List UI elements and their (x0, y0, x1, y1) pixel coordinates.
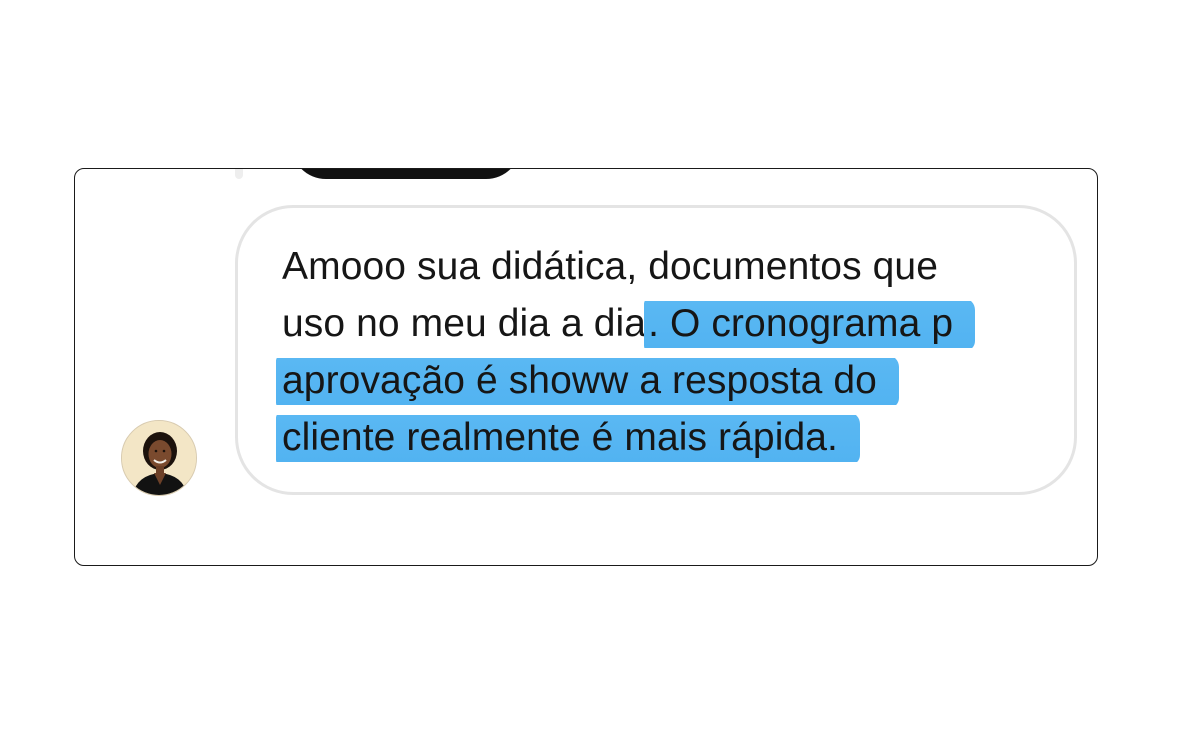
chat-card: Amooo sua didática, documentos que uso n… (74, 168, 1098, 566)
highlighted-text: cliente realmente é mais rápida. (276, 412, 860, 465)
message-line-4: cliente realmente é mais rápida. (276, 409, 1062, 466)
screenshot-stage: Amooo sua didática, documentos que uso n… (0, 0, 1178, 736)
profile-photo-icon (122, 421, 196, 495)
highlighted-text: aprovação é showw a resposta do (276, 355, 899, 408)
previous-message-stub (235, 169, 243, 179)
message-line-2: uso no meu dia a dia. O cronograma p (282, 295, 1062, 352)
message-line-2-text: uso no meu dia a dia (282, 302, 647, 345)
message-text: Amooo sua didática, documentos que uso n… (276, 238, 1062, 466)
previous-message-bubble[interactable] (291, 169, 521, 179)
message-bubble[interactable]: Amooo sua didática, documentos que uso n… (235, 205, 1077, 495)
highlighted-text: . O cronograma p (644, 298, 976, 351)
message-line-1: Amooo sua didática, documentos que (282, 238, 1062, 295)
message-line-3: aprovação é showw a resposta do (276, 352, 1062, 409)
sender-avatar[interactable] (121, 420, 197, 496)
message-line-1-text: Amooo sua didática, documentos que (282, 245, 938, 288)
